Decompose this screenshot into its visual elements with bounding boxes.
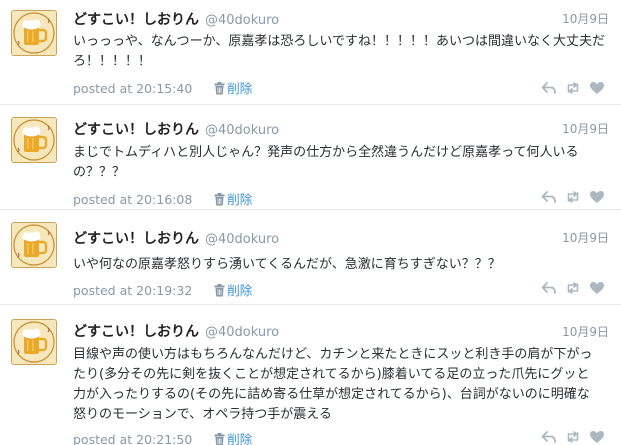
tweet-actions xyxy=(541,189,607,205)
delete-label: 削除 xyxy=(227,432,253,445)
delete-button[interactable]: 削除 xyxy=(214,192,252,207)
tweet-feed: どすこい！しおりん @40dokuro 10月9日 いっっっや、なんつーか、原嘉孝… xyxy=(0,0,621,445)
retweet-icon[interactable] xyxy=(565,280,581,296)
posted-time: 20:21:50 xyxy=(136,432,193,445)
tweet-item: どすこい！しおりん @40dokuro 10月9日 目線や声の使い方はもちろんなん… xyxy=(0,305,621,445)
tweet-text: まじでトムディハと別人じゃん？発声の仕方から全然違うんだけど原嘉孝って何人いるの… xyxy=(73,145,579,180)
reply-icon[interactable] xyxy=(541,429,557,445)
tweet-date[interactable]: 10月9日 xyxy=(562,10,609,27)
display-name[interactable]: どすこい！しおりん xyxy=(73,12,199,28)
tweet-header: どすこい！しおりん @40dokuro xyxy=(73,9,279,29)
tweet-item: どすこい！しおりん @40dokuro 10月9日 いや何なの原嘉孝怒りすら湧いて… xyxy=(0,210,621,305)
tweet-item: どすこい！しおりん @40dokuro 10月9日 いっっっや、なんつーか、原嘉孝… xyxy=(0,0,621,105)
tweet-footer: posted at 20:16:08 削除 xyxy=(73,189,252,207)
display-name[interactable]: どすこい！しおりん xyxy=(73,324,199,340)
screen-name[interactable]: @40dokuro xyxy=(205,123,279,138)
tweet-text: いっっっや、なんつーか、原嘉孝は恐ろしいですね！！！！！あいつは間違いなく大丈夫… xyxy=(73,34,605,69)
posted-label: posted at xyxy=(73,283,133,298)
tweet-date[interactable]: 10月9日 xyxy=(562,120,609,137)
delete-label: 削除 xyxy=(227,192,253,207)
trash-icon xyxy=(214,433,225,445)
trash-icon xyxy=(214,82,225,98)
tweet-header: どすこい！しおりん @40dokuro xyxy=(73,119,279,139)
screen-name[interactable]: @40dokuro xyxy=(205,232,279,247)
heart-icon[interactable] xyxy=(589,280,605,296)
screen-name[interactable]: @40dokuro xyxy=(205,13,279,28)
delete-button[interactable]: 削除 xyxy=(214,432,252,445)
heart-icon[interactable] xyxy=(589,429,605,445)
trash-icon xyxy=(214,284,225,300)
display-name[interactable]: どすこい！しおりん xyxy=(73,231,199,247)
tweet-footer: posted at 20:19:32 削除 xyxy=(73,280,252,298)
delete-label: 削除 xyxy=(227,81,253,96)
retweet-icon[interactable] xyxy=(565,189,581,205)
avatar[interactable] xyxy=(11,222,57,268)
display-name[interactable]: どすこい！しおりん xyxy=(73,122,199,138)
delete-button[interactable]: 削除 xyxy=(214,81,252,96)
tweet-footer: posted at 20:21:50 削除 xyxy=(73,429,252,445)
posted-time: 20:19:32 xyxy=(136,283,193,298)
tweet-date[interactable]: 10月9日 xyxy=(562,323,609,340)
tweet-text: 目線や声の使い方はもちろんなんだけど、カチンと来たときにスッと利き手の肩が下がっ… xyxy=(73,347,593,422)
tweet-actions xyxy=(541,80,607,96)
tweet-item: どすこい！しおりん @40dokuro 10月9日 まじでトムディハと別人じゃん？… xyxy=(0,105,621,210)
reply-icon[interactable] xyxy=(541,189,557,205)
tweet-date[interactable]: 10月9日 xyxy=(562,229,609,246)
trash-icon xyxy=(214,193,225,209)
avatar[interactable] xyxy=(11,319,57,365)
tweet-header: どすこい！しおりん @40dokuro xyxy=(73,228,279,248)
tweet-actions xyxy=(541,429,607,445)
delete-label: 削除 xyxy=(227,283,253,298)
heart-icon[interactable] xyxy=(589,189,605,205)
avatar[interactable] xyxy=(11,117,57,163)
tweet-actions xyxy=(541,280,607,296)
tweet-header: どすこい！しおりん @40dokuro xyxy=(73,321,279,341)
tweet-text: いや何なの原嘉孝怒りすら湧いてくるんだが、急激に育ちすぎない？？？ xyxy=(73,257,501,272)
heart-icon[interactable] xyxy=(589,80,605,96)
retweet-icon[interactable] xyxy=(565,429,581,445)
posted-time: 20:15:40 xyxy=(136,81,193,96)
reply-icon[interactable] xyxy=(541,280,557,296)
screen-name[interactable]: @40dokuro xyxy=(205,325,279,340)
reply-icon[interactable] xyxy=(541,80,557,96)
tweet-footer: posted at 20:15:40 削除 xyxy=(73,78,252,96)
posted-label: posted at xyxy=(73,81,133,96)
retweet-icon[interactable] xyxy=(565,80,581,96)
avatar[interactable] xyxy=(11,10,57,56)
delete-button[interactable]: 削除 xyxy=(214,283,252,298)
posted-time: 20:16:08 xyxy=(136,192,193,207)
posted-label: posted at xyxy=(73,192,133,207)
posted-label: posted at xyxy=(73,432,133,445)
